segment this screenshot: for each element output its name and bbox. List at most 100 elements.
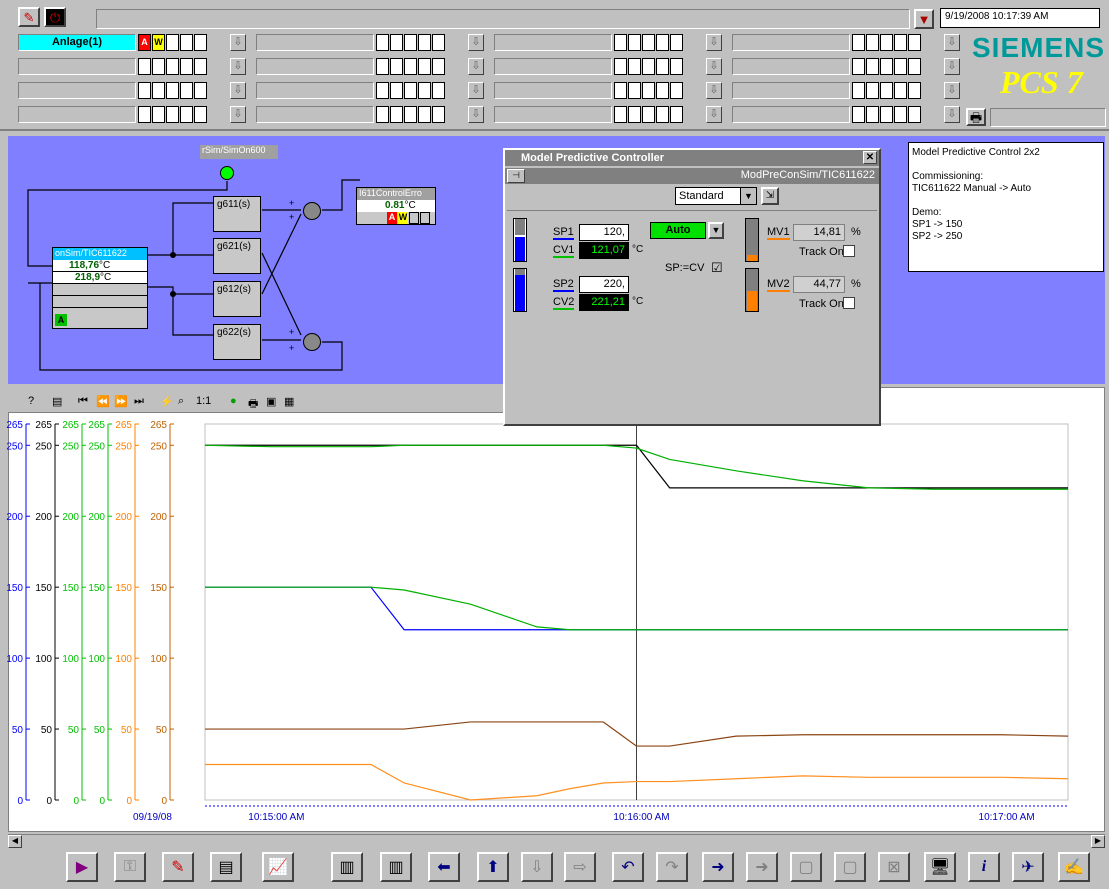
track2-label: Track On	[799, 298, 844, 310]
faceplate-titlebar[interactable]: Model Predictive Controller ✕	[505, 150, 879, 166]
pin-icon[interactable]: ⊣	[507, 169, 525, 183]
sp1-bargraph	[513, 218, 527, 262]
y-tick-label: 265	[35, 420, 52, 431]
trend-chart[interactable]: 0 50 100 150 200 250 265 0 50 100 150 200 250 265 0 50 1…	[0, 0, 1109, 889]
mv1-label: MV1	[767, 226, 790, 240]
cv1-unit: °C	[632, 244, 644, 255]
mv2-unit: %	[851, 278, 861, 290]
sp2-input[interactable]: 220,	[579, 276, 629, 293]
trend-date: 09/19/08	[133, 812, 172, 823]
y-tick-label: 50	[12, 725, 24, 736]
arrow-right-icon[interactable]: ⇨	[564, 852, 596, 882]
y-tick-label: 150	[115, 583, 132, 594]
play-icon[interactable]: ▶	[66, 852, 98, 882]
y-tick-label: 0	[46, 796, 52, 807]
track1-checkbox[interactable]	[843, 245, 855, 257]
redo-icon[interactable]: ↷	[656, 852, 688, 882]
y-tick-label: 100	[35, 654, 52, 665]
mode-dropdown-icon[interactable]: ▼	[708, 222, 724, 239]
y-tick-label: 100	[6, 654, 23, 665]
y-tick-label: 0	[161, 796, 167, 807]
x-tick-label: 10:17:00 AM	[978, 812, 1035, 823]
y-tick-label: 200	[35, 512, 52, 523]
scroll-left-icon[interactable]: ◀	[8, 835, 22, 848]
close-icon[interactable]: ✕	[863, 151, 877, 164]
y-tick-label: 265	[6, 420, 23, 431]
prev-icon[interactable]: ➜	[746, 852, 778, 882]
view-select-value: Standard	[679, 190, 724, 202]
mv2-bargraph	[745, 268, 759, 312]
y-tick-label: 200	[6, 512, 23, 523]
mv2-value: 44,77	[793, 276, 845, 293]
mode-button[interactable]: Auto	[650, 222, 706, 239]
x-tick-label: 10:16:00 AM	[613, 812, 670, 823]
cv2-value: 221,21	[579, 294, 629, 311]
spcv-label: SP:=CV	[665, 262, 705, 274]
y-tick-label: 150	[35, 583, 52, 594]
cv2-label: CV2	[553, 296, 575, 310]
undo-icon[interactable]: ↶	[612, 852, 644, 882]
tool-icon[interactable]: ✈	[1012, 852, 1044, 882]
arrow-up-icon[interactable]: ⬆	[477, 852, 509, 882]
sp1-input[interactable]: 120,	[579, 224, 629, 241]
y-tick-label: 250	[115, 441, 132, 452]
mv2-label: MV2	[767, 278, 790, 292]
scroll-right-icon[interactable]: ▶	[1091, 835, 1105, 848]
y-tick-label: 50	[41, 725, 53, 736]
monitor-icon[interactable]: 🖥	[924, 852, 956, 882]
window-icon[interactable]: ▢	[790, 852, 822, 882]
y-tick-label: 265	[150, 420, 167, 431]
trend-icon[interactable]: 📈	[262, 852, 294, 882]
arrow-down-icon[interactable]: ⇩	[521, 852, 553, 882]
y-tick-label: 250	[88, 441, 105, 452]
sp2-label: SP2	[553, 278, 574, 292]
window2-icon[interactable]: ▢	[834, 852, 866, 882]
y-tick-label: 0	[17, 796, 23, 807]
close-window-icon[interactable]: ⊠	[878, 852, 910, 882]
y-tick-label: 0	[99, 796, 105, 807]
y-tick-label: 265	[115, 420, 132, 431]
y-tick-label: 200	[115, 512, 132, 523]
y-tick-label: 100	[88, 654, 105, 665]
sp1-label: SP1	[553, 226, 574, 240]
track1-label: Track On	[799, 246, 844, 258]
arrow-left-icon[interactable]: ⬅	[428, 852, 460, 882]
store-icon[interactable]: ▤	[210, 852, 242, 882]
y-tick-label: 100	[62, 654, 79, 665]
detail-icon[interactable]: ▥	[380, 852, 412, 882]
y-tick-label: 100	[150, 654, 167, 665]
y-tick-label: 150	[62, 583, 79, 594]
faceplate-window[interactable]: Model Predictive Controller ✕ ⊣ ModPreCo…	[503, 148, 881, 426]
y-tick-label: 250	[150, 441, 167, 452]
faceplate-title: Model Predictive Controller	[521, 152, 665, 164]
signature-icon[interactable]: ✍	[1058, 852, 1090, 882]
y-tick-label: 200	[62, 512, 79, 523]
horizontal-scrollbar[interactable]: ◀ ▶	[8, 834, 1105, 848]
y-tick-label: 150	[88, 583, 105, 594]
info-icon[interactable]: i	[968, 852, 1000, 882]
y-tick-label: 0	[73, 796, 79, 807]
mv1-unit: %	[851, 226, 861, 238]
overview-icon[interactable]: ▥	[331, 852, 363, 882]
track2-checkbox[interactable]	[843, 297, 855, 309]
y-tick-label: 150	[150, 583, 167, 594]
key-icon[interactable]: ⚿	[114, 852, 146, 882]
cv1-label: CV1	[553, 244, 575, 258]
expand-view-icon[interactable]: ⇲	[761, 187, 779, 205]
y-tick-label: 100	[115, 654, 132, 665]
y-tick-label: 50	[121, 725, 133, 736]
view-select[interactable]: Standard ▼	[675, 187, 757, 205]
y-tick-label: 200	[150, 512, 167, 523]
y-tick-label: 200	[88, 512, 105, 523]
next-icon[interactable]: ➜	[702, 852, 734, 882]
new-window-icon[interactable]: ✎	[162, 852, 194, 882]
y-tick-label: 150	[6, 583, 23, 594]
y-tick-label: 50	[156, 725, 168, 736]
spcv-checkbox[interactable]: ☑	[711, 260, 723, 276]
faceplate-tag: ModPreConSim/TIC611622	[740, 169, 875, 181]
y-tick-label: 265	[62, 420, 79, 431]
y-tick-label: 265	[88, 420, 105, 431]
chevron-down-icon[interactable]: ▼	[740, 188, 756, 204]
y-tick-label: 250	[6, 441, 23, 452]
mv1-bargraph	[745, 218, 759, 262]
